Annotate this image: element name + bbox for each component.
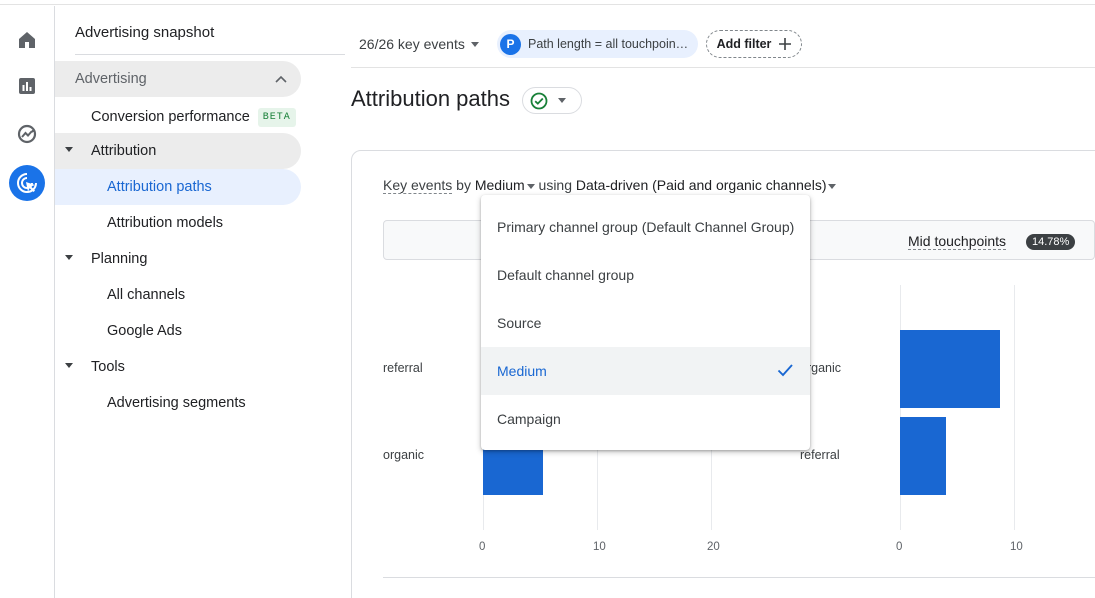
navigation-rail: [0, 6, 55, 598]
menu-option-default-channel-group[interactable]: Default channel group: [481, 251, 810, 299]
category-label: referral: [800, 448, 840, 462]
top-border: [0, 0, 1095, 5]
menu-option-source[interactable]: Source: [481, 299, 810, 347]
category-label: organic: [383, 448, 424, 462]
sidebar-item-label: All channels: [107, 287, 186, 303]
sidebar-item-advertising-snapshot[interactable]: Advertising snapshot: [75, 24, 214, 41]
key-events-label: 26/26 key events: [359, 36, 465, 52]
sidebar: Advertising snapshot Advertising Convers…: [55, 6, 351, 598]
caret-down-icon: [526, 183, 535, 189]
sidebar-item-label: Conversion performance: [91, 109, 250, 125]
chart-gridline: [1014, 285, 1015, 530]
model-dropdown[interactable]: Data-driven (Paid and organic channels): [576, 177, 837, 193]
sidebar-item-attribution-paths[interactable]: Attribution paths: [55, 169, 301, 205]
sidebar-item-label: Tools: [91, 359, 125, 375]
caret-down-icon: [65, 255, 73, 260]
dimension-dropdown[interactable]: Medium: [475, 177, 535, 193]
menu-option-label: Medium: [497, 363, 547, 379]
add-filter-label: Add filter: [716, 37, 772, 51]
sidebar-item-label: Advertising segments: [107, 395, 246, 411]
menu-option-primary-channel-group[interactable]: Primary channel group (Default Channel G…: [481, 203, 810, 251]
checkmark-icon: [777, 364, 793, 377]
caret-down-icon: [470, 41, 479, 47]
advertising-icon: [17, 173, 37, 193]
status-dropdown[interactable]: [522, 87, 582, 114]
sidebar-item-label: Attribution paths: [107, 179, 212, 195]
x-tick-label: 0: [479, 541, 486, 553]
sidebar-group-planning[interactable]: Planning: [55, 241, 301, 277]
caret-down-icon: [558, 98, 566, 103]
sidebar-group-tools[interactable]: Tools: [55, 349, 301, 385]
beta-badge: BETA: [257, 107, 296, 127]
caret-down-icon: [65, 363, 73, 368]
category-label: referral: [383, 361, 423, 375]
sidebar-item-advertising-segments[interactable]: Advertising segments: [55, 385, 301, 421]
advertising-button[interactable]: [9, 165, 45, 201]
sidebar-item-label: Planning: [91, 251, 148, 267]
menu-option-campaign[interactable]: Campaign: [481, 395, 810, 443]
chart-bar[interactable]: [900, 330, 1001, 408]
check-circle-icon: [530, 92, 548, 109]
reports-button[interactable]: [9, 68, 45, 104]
sidebar-item-label: Attribution models: [107, 215, 224, 231]
using-text: using: [538, 177, 572, 193]
page-title: Attribution paths: [351, 86, 510, 111]
sidebar-item-google-ads[interactable]: Google Ads: [55, 313, 301, 349]
by-text: by: [456, 177, 471, 193]
add-filter-button[interactable]: Add filter: [706, 30, 802, 58]
explore-button[interactable]: [9, 116, 45, 152]
explore-icon: [17, 124, 37, 144]
mid-touchpoints-percent-badge: 14.78%: [1026, 234, 1076, 250]
menu-option-label: Primary channel group (Default Channel G…: [497, 219, 795, 235]
dimension-menu: Primary channel group (Default Channel G…: [481, 195, 810, 450]
menu-option-medium[interactable]: Medium: [481, 347, 810, 395]
sidebar-section-advertising[interactable]: Advertising: [55, 61, 301, 97]
card-bottom-divider: [383, 577, 1095, 578]
caret-down-icon: [828, 183, 837, 189]
key-events-selector[interactable]: 26/26 key events: [359, 36, 479, 52]
sidebar-item-all-channels[interactable]: All channels: [55, 277, 301, 313]
caret-down-icon: [65, 147, 73, 152]
chart-bar[interactable]: [900, 417, 946, 495]
reports-icon: [19, 78, 35, 94]
plus-icon: [779, 38, 792, 50]
dimension-value: Medium: [474, 177, 525, 193]
path-length-filter-chip[interactable]: P Path length = all touchpoin…: [497, 30, 698, 58]
mid-touchpoints-tab[interactable]: Mid touchpoints: [908, 233, 1007, 250]
sidebar-item-label: Attribution: [91, 143, 157, 159]
sidebar-group-attribution[interactable]: Attribution: [55, 133, 301, 169]
home-icon: [19, 32, 35, 48]
x-tick-label: 20: [707, 541, 720, 553]
sidebar-item-label: Google Ads: [107, 323, 182, 339]
sidebar-item-conversion-performance[interactable]: Conversion performance BETA: [55, 99, 301, 135]
x-tick-label: 10: [593, 541, 606, 553]
model-value: Data-driven (Paid and organic channels): [575, 177, 827, 193]
filter-chip-label: Path length = all touchpoin…: [528, 37, 689, 51]
x-tick-label: 10: [1010, 541, 1023, 553]
chevron-up-icon: [275, 75, 287, 83]
key-events-metric-label[interactable]: Key events: [383, 177, 453, 194]
card-heading: Key events by Medium using Data-driven (…: [383, 177, 837, 194]
sidebar-divider: [75, 54, 345, 55]
sidebar-item-attribution-models[interactable]: Attribution models: [55, 205, 301, 241]
sidebar-section-label: Advertising: [75, 71, 147, 87]
menu-option-label: Default channel group: [497, 267, 634, 283]
x-tick-label: 0: [896, 541, 903, 553]
toolbar-divider: [351, 67, 1095, 68]
filter-badge: P: [500, 33, 521, 55]
home-button[interactable]: [9, 22, 45, 58]
menu-option-label: Campaign: [497, 411, 561, 427]
menu-option-label: Source: [497, 315, 542, 331]
